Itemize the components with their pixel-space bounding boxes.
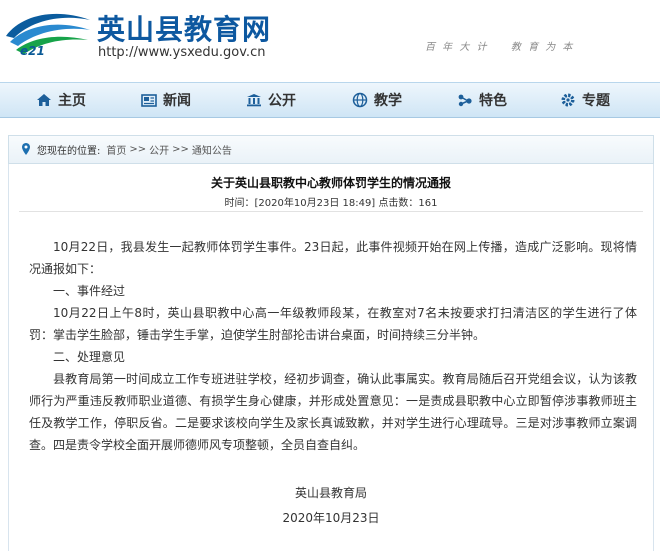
- site-logo-icon[interactable]: [2, 6, 94, 62]
- section-heading: 一、事件经过: [53, 284, 126, 298]
- nav-item-teaching[interactable]: 教学: [352, 83, 402, 117]
- nav-item-topics[interactable]: 专题: [560, 83, 610, 117]
- breadcrumb-notices[interactable]: 通知公告: [192, 142, 232, 157]
- breadcrumb-separator: >>: [172, 144, 189, 155]
- site-url: http://www.ysxedu.gov.cn: [98, 45, 266, 60]
- site-motto: 百 年 大 计 教 育 为 本: [425, 42, 575, 53]
- nav-label: 教学: [374, 93, 402, 109]
- nav-item-public[interactable]: 公开: [246, 83, 296, 117]
- home-icon: [37, 94, 51, 106]
- molecule-icon: [458, 94, 472, 107]
- site-header: e21 英山县教育网 http://www.ysxedu.gov.cn 百 年 …: [0, 0, 660, 82]
- divider: [19, 211, 643, 212]
- article-date: 2020年10月23日: [282, 511, 380, 525]
- article-panel: 关于英山县职教中心教师体罚学生的情况通报 时间：[2020年10月23日 18:…: [8, 164, 654, 551]
- nav-item-home[interactable]: 主页: [36, 83, 86, 117]
- breadcrumb-public[interactable]: 公开: [149, 142, 169, 157]
- nav-label: 公开: [268, 93, 296, 109]
- article-body: 10月22日，我县发生一起教师体罚学生事件。23日起，此事件视频开始在网上传播，…: [29, 236, 637, 456]
- breadcrumb-home[interactable]: 首页: [106, 142, 126, 157]
- article-paragraph: 10月22日上午8时，英山县职教中心高一年级教师段某，在教室对7名未按要求打扫清…: [29, 306, 637, 342]
- article-paragraph: 10月22日，我县发生一起教师体罚学生事件。23日起，此事件视频开始在网上传播，…: [29, 240, 637, 276]
- newspaper-icon: [141, 94, 157, 107]
- gear-icon: [561, 93, 575, 107]
- article-meta: 时间：[2020年10月23日 18:49] 点击数：161: [224, 198, 438, 209]
- building-icon: [247, 94, 261, 107]
- nav-item-feature[interactable]: 特色: [457, 83, 507, 117]
- location-pin-icon: [22, 143, 30, 155]
- article-title: 关于英山县职教中心教师体罚学生的情况通报: [210, 176, 451, 190]
- nav-label: 专题: [582, 93, 610, 109]
- nav-label: 主页: [58, 93, 86, 109]
- globe-icon: [352, 92, 368, 108]
- breadcrumb: 您现在的位置: 首页 >> 公开 >> 通知公告: [8, 135, 654, 164]
- breadcrumb-prefix: 您现在的位置:: [37, 146, 101, 157]
- nav-label: 新闻: [163, 93, 191, 109]
- article-paragraph: 县教育局第一时间成立工作专班进驻学校，经初步调查，确认此事属实。教育局随后召开党…: [29, 372, 637, 452]
- logo-text: e21: [20, 44, 45, 58]
- nav-item-news[interactable]: 新闻: [141, 83, 191, 117]
- article-signature: 英山县教育局: [294, 486, 367, 500]
- site-title[interactable]: 英山县教育网: [97, 8, 271, 48]
- main-nav: 主页 新闻 公开 教学 特色 专题: [0, 82, 660, 118]
- breadcrumb-separator: >>: [129, 144, 147, 155]
- section-heading: 二、处理意见: [53, 350, 126, 364]
- nav-label: 特色: [479, 93, 507, 109]
